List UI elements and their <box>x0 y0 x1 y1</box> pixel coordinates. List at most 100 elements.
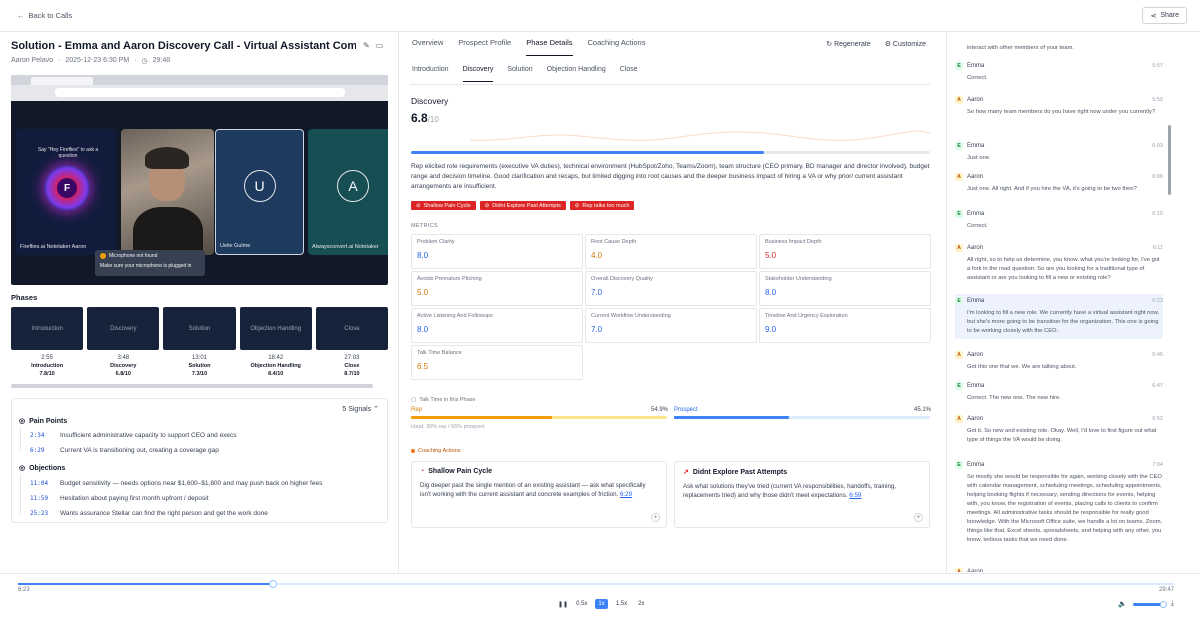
message-time[interactable]: 5:57 <box>1152 63 1163 69</box>
download-icon[interactable]: ⤓ <box>1171 600 1174 608</box>
coaching-heading: Coaching Actions <box>411 448 461 454</box>
transcript-panel[interactable]: interact with other members of your team… <box>946 32 1176 572</box>
tag-label: Didnt Explore Past Attempts <box>492 202 561 209</box>
speed-0-5x[interactable]: 0.5x <box>573 599 590 609</box>
volume-slider[interactable] <box>1132 600 1167 608</box>
scrubber-handle[interactable] <box>269 580 278 588</box>
phase-score-bar <box>411 151 930 154</box>
phase-thumbnail[interactable]: Close <box>315 307 389 350</box>
message-time[interactable]: 6:03 <box>1152 143 1163 149</box>
transcript-message[interactable]: E Emma 6:23 I'm looking to fill a new role.… <box>955 294 1163 339</box>
transcript-message[interactable]: A Aaron 6:06 Just one. All right. And if yo… <box>955 173 1163 194</box>
message-time[interactable]: 6:10 <box>1152 211 1163 217</box>
phase-tab-introduction[interactable]: Introduction <box>412 66 449 82</box>
target-icon: ◎ <box>19 418 26 425</box>
pain-points-heading: ◎ Pain Points <box>19 417 68 426</box>
message-time[interactable]: 6:47 <box>1152 383 1163 389</box>
speed-1x[interactable]: 1x <box>595 599 608 609</box>
message-header: A Aaron 6:06 <box>955 173 1163 181</box>
transcript-message[interactable]: E Emma 6:03 Just one. <box>955 142 1163 163</box>
phase-thumbnail[interactable]: Introduction <box>11 307 84 350</box>
metric-name: Business Impact Depth <box>765 239 822 245</box>
volume-icon[interactable]: 🔈 <box>1118 600 1127 608</box>
transcript-scrollbar[interactable] <box>1168 125 1171 195</box>
phase-thumbnail[interactable]: Objection Handling <box>239 307 312 350</box>
phase-item[interactable]: Close 27:03 Close 8.7/10 <box>315 307 389 377</box>
message-time[interactable]: 6:45 <box>1152 352 1163 358</box>
transcript-message[interactable]: A Aaron 5:59 So how many team members do yo… <box>955 96 1163 117</box>
phase-thumbnail[interactable]: Solution <box>163 307 236 350</box>
transcript-message[interactable]: A Aaron 6:45 Got this one that we. We are t… <box>955 351 1163 372</box>
message-text: interact with other members of your team… <box>967 45 1074 51</box>
metric-value: 5.0 <box>417 288 429 297</box>
transcript-message[interactable]: A Aaron <box>955 568 1163 572</box>
pause-icon[interactable]: ❚❚ <box>558 601 568 608</box>
tab-coaching-actions[interactable]: Coaching Actions <box>588 38 646 56</box>
signals-count[interactable]: 5 Signals ⌃ <box>342 405 379 413</box>
video-icon[interactable]: ▭ <box>376 41 384 50</box>
phase-tab-discovery[interactable]: Discovery <box>462 66 494 82</box>
phase-tab-solution[interactable]: Solution <box>507 66 532 82</box>
message-header: A Aaron 6:52 <box>955 415 1163 423</box>
issue-tag[interactable]: ⊘ Rep talks too much <box>569 201 635 210</box>
playback-progress <box>18 583 274 585</box>
phase-item[interactable]: Discovery 3:48 Discovery 6.8/10 <box>87 307 160 377</box>
signal-row[interactable]: 2:34 Insufficient administrative capacity… <box>30 432 237 439</box>
add-icon[interactable]: + <box>651 513 660 522</box>
message-time[interactable]: 6:23 <box>1152 298 1163 304</box>
transcript-message[interactable]: A Aaron 6:11 All right, so to help us deter… <box>955 244 1163 283</box>
phase-item[interactable]: Objection Handling 18:42 Objection Handlin… <box>239 307 312 377</box>
metrics-heading: METRICS <box>411 223 438 229</box>
message-time[interactable]: 6:11 <box>1153 245 1163 251</box>
issue-tag[interactable]: ⊘ Shallow Pain Cycle <box>411 201 476 210</box>
phase-time: 27:03 <box>344 355 360 361</box>
transcript-message[interactable]: A Aaron 6:52 Got it. So new and existing ro… <box>955 415 1163 445</box>
phase-item[interactable]: Solution 13:01 Solution 7.3/10 <box>163 307 236 377</box>
add-icon[interactable]: + <box>914 513 923 522</box>
speed-1-5x[interactable]: 1.5x <box>613 599 630 609</box>
timestamp-link[interactable]: 6:59 <box>849 492 861 499</box>
phase-scrollbar[interactable] <box>11 384 373 388</box>
issue-tag[interactable]: ⊘ Didnt Explore Past Attempts <box>479 201 566 210</box>
signal-row[interactable]: 6:29 Current VA is transitioning out, cre… <box>30 447 219 454</box>
phase-item[interactable]: Introduction 2:55 Introduction 7.8/10 <box>11 307 84 377</box>
message-time[interactable]: 6:52 <box>1152 416 1163 422</box>
speaker-avatar: A <box>955 568 963 572</box>
transcript-message[interactable]: interact with other members of your team… <box>955 40 1163 53</box>
phase-tab-objection-handling[interactable]: Objection Handling <box>547 66 606 82</box>
transcript-message[interactable]: E Emma 6:10 Correct. <box>955 210 1163 231</box>
avatar: U <box>243 170 276 202</box>
phase-thumbnail[interactable]: Discovery <box>87 307 160 350</box>
transcript-message[interactable]: E Emma 5:57 Correct. <box>955 62 1163 83</box>
message-time[interactable]: 5:59 <box>1152 97 1163 103</box>
regenerate-button[interactable]: ↻ Regenerate <box>826 40 870 48</box>
transcript-message[interactable]: E Emma 7:04 So mostly she would be responsi… <box>955 461 1163 545</box>
edit-icon[interactable]: ✎ <box>363 41 370 50</box>
signal-row[interactable]: 11:04 Budget sensitivity — needs options … <box>30 480 322 487</box>
signal-row[interactable]: 11:59 Hesitation about paying first month… <box>30 495 209 502</box>
customize-button[interactable]: ⚙ Customize <box>885 40 926 48</box>
phase-tab-close[interactable]: Close <box>620 66 638 82</box>
speaker-name: Aaron <box>967 97 984 103</box>
tab-prospect-profile[interactable]: Prospect Profile <box>458 38 511 56</box>
back-to-calls-link[interactable]: ← Back to Calls <box>17 11 72 20</box>
speaker-name: Aaron <box>967 416 984 422</box>
fireflies-orb-icon: F <box>44 165 90 211</box>
message-text: Just one. All right. And if you hire the… <box>967 186 1137 192</box>
signal-row[interactable]: 25:23 Wants assurance Stellar can find th… <box>30 510 268 517</box>
tile-label: Alwaysconvert.ai Notetaker <box>312 244 379 250</box>
message-text: Correct. <box>967 223 988 229</box>
volume-handle[interactable] <box>1159 600 1167 608</box>
timestamp-link[interactable]: 6:29 <box>620 491 632 498</box>
message-time[interactable]: 6:06 <box>1152 174 1163 180</box>
playback-scrubber[interactable] <box>18 580 1174 588</box>
rep-label: Rep <box>411 407 423 413</box>
prospect-label: Prospect <box>674 407 698 413</box>
tab-phase-details[interactable]: Phase Details <box>526 38 573 56</box>
current-time: 6:23 <box>18 587 30 593</box>
speed-2x[interactable]: 2x <box>635 599 647 609</box>
tab-overview[interactable]: Overview <box>412 38 443 56</box>
transcript-message[interactable]: E Emma 6:47 Correct. The new one. The new h… <box>955 382 1163 403</box>
message-time[interactable]: 7:04 <box>1152 462 1163 468</box>
share-button[interactable]: ⋖ Share <box>1142 7 1187 24</box>
